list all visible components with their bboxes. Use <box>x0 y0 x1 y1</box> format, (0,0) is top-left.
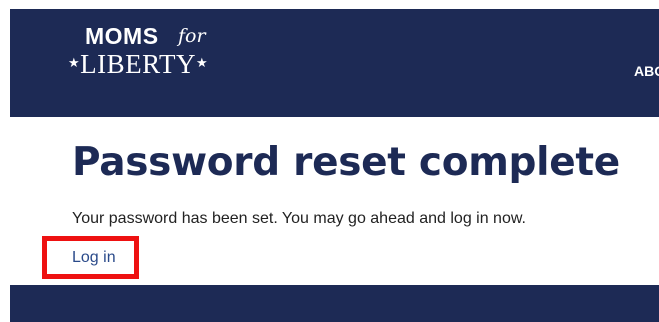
site-footer <box>10 285 659 322</box>
reset-confirmation-message: Your password has been set. You may go a… <box>72 210 526 227</box>
logo-liberty-text: LIBERTY <box>80 49 197 79</box>
site-header: MOMS for ★LIBERTY★ ABO <box>10 9 659 117</box>
logo-moms-text: MOMS <box>85 23 159 49</box>
site-logo[interactable]: MOMS for ★LIBERTY★ <box>68 23 248 93</box>
page: MOMS for ★LIBERTY★ ABO Password reset co… <box>0 0 659 322</box>
nav-item-about[interactable]: ABO <box>634 63 659 79</box>
star-icon: ★ <box>68 55 81 70</box>
logo-liberty-line: ★LIBERTY★ <box>68 49 208 80</box>
page-title: Password reset complete <box>72 140 620 185</box>
login-link[interactable]: Log in <box>72 249 116 267</box>
logo-for-text: for <box>178 25 206 47</box>
star-icon: ★ <box>196 55 209 70</box>
